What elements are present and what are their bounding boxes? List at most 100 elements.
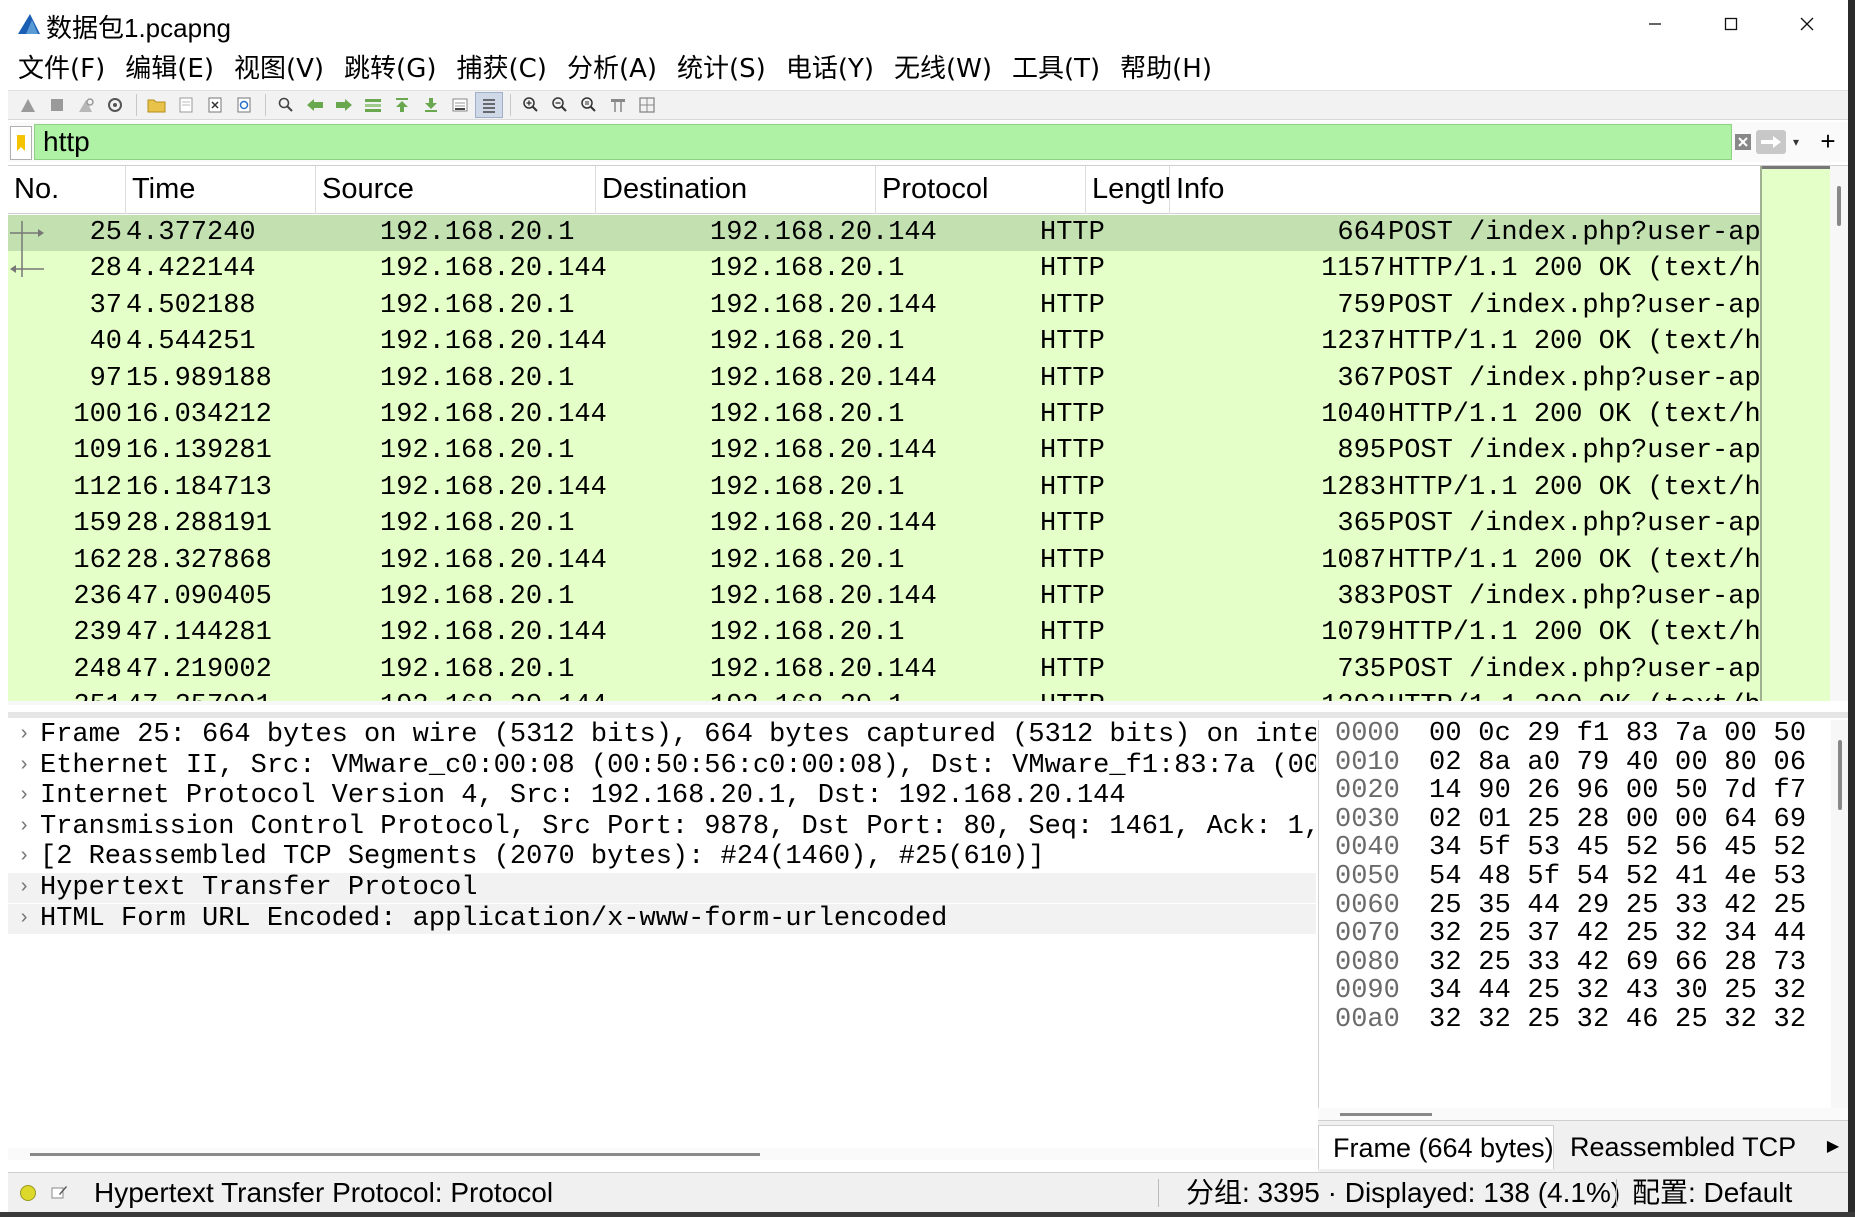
menu-tools[interactable]: 工具(T) bbox=[1002, 50, 1110, 88]
column-header-info[interactable]: Info bbox=[1170, 166, 1760, 214]
go-forward-icon[interactable] bbox=[330, 92, 358, 118]
tab-scroll-right-button[interactable]: ▶ bbox=[1818, 1133, 1848, 1161]
hexdump-row[interactable]: 0020 14 90 26 96 00 50 7d f7 bbox=[1319, 777, 1831, 805]
hexdump-row[interactable]: 0090 34 44 25 32 43 30 25 32 bbox=[1319, 977, 1831, 1005]
tab-reassembled-tcp[interactable]: Reassembled TCP bbox=[1556, 1125, 1818, 1169]
bytes-vertical-scrollbar[interactable] bbox=[1831, 720, 1848, 1108]
zoom-in-icon[interactable] bbox=[517, 92, 545, 118]
details-tree-item[interactable]: › Ethernet II, Src: VMware_c0:00:08 (00:5… bbox=[8, 751, 1316, 781]
go-last-icon[interactable] bbox=[417, 92, 445, 118]
hexdump-row[interactable]: 0060 25 35 44 29 25 33 42 25 bbox=[1319, 892, 1831, 920]
menu-statistics[interactable]: 统计(S) bbox=[667, 50, 776, 88]
filter-bookmark-button[interactable] bbox=[10, 126, 32, 160]
details-tree-item[interactable]: › Hypertext Transfer Protocol bbox=[8, 873, 1316, 903]
hexdump-row[interactable]: 0070 32 25 37 42 25 32 34 44 bbox=[1319, 920, 1831, 948]
bytes-horizontal-scrollbar[interactable] bbox=[1318, 1108, 1848, 1120]
column-header-no[interactable]: No. bbox=[8, 166, 126, 214]
column-header-destination[interactable]: Destination bbox=[596, 166, 876, 214]
packet-row[interactable]: 236 47.090405 192.168.20.1 192.168.20.144 HT… bbox=[8, 579, 1760, 616]
chevron-right-icon[interactable]: › bbox=[18, 812, 36, 842]
apply-filter-button[interactable] bbox=[1756, 130, 1786, 154]
packet-row[interactable]: 97 15.989188 192.168.20.1 192.168.20.144 HTT… bbox=[8, 360, 1760, 397]
capture-options-icon[interactable] bbox=[101, 92, 129, 118]
details-horizontal-scrollbar[interactable] bbox=[8, 1148, 1316, 1160]
packet-row[interactable]: 25 4.377240 192.168.20.1 192.168.20.144 HTTP… bbox=[8, 215, 1760, 252]
resize-columns-icon[interactable] bbox=[604, 92, 632, 118]
menu-go[interactable]: 跳转(G) bbox=[334, 50, 446, 88]
clear-filter-button[interactable] bbox=[1732, 128, 1754, 156]
packet-list-minimap[interactable] bbox=[1760, 166, 1832, 701]
hexdump-row[interactable]: 0040 34 5f 53 45 52 56 45 52 bbox=[1319, 834, 1831, 862]
scrollbar-thumb[interactable] bbox=[30, 1153, 760, 1156]
packet-row[interactable]: 28 4.422144 192.168.20.144 192.168.20.1 HTTP… bbox=[8, 251, 1760, 288]
menu-wireless[interactable]: 无线(W) bbox=[884, 50, 1002, 88]
menu-view[interactable]: 视图(V) bbox=[224, 50, 334, 88]
hexdump-row[interactable]: 0030 02 01 25 28 00 00 64 69 bbox=[1319, 806, 1831, 834]
hexdump-row[interactable]: 0080 32 25 33 42 69 66 28 73 bbox=[1319, 949, 1831, 977]
menu-edit[interactable]: 编辑(E) bbox=[115, 50, 224, 88]
maximize-button[interactable] bbox=[1693, 0, 1769, 48]
chevron-right-icon[interactable]: › bbox=[18, 904, 36, 934]
scrollbar-thumb[interactable] bbox=[1837, 186, 1841, 226]
packet-row[interactable]: 248 47.219002 192.168.20.1 192.168.20.144 HT… bbox=[8, 651, 1760, 689]
details-tree-item[interactable]: › Frame 25: 664 bytes on wire (5312 bits)… bbox=[8, 720, 1316, 750]
close-button[interactable] bbox=[1769, 0, 1845, 48]
go-back-icon[interactable] bbox=[301, 92, 329, 118]
packet-row[interactable]: 162 28.327868 192.168.20.144 192.168.20.1 HT… bbox=[8, 542, 1760, 579]
zoom-normal-icon[interactable] bbox=[575, 92, 603, 118]
menu-help[interactable]: 帮助(H) bbox=[1110, 50, 1222, 88]
hexdump-row[interactable]: 00a0 32 32 25 32 46 25 32 32 bbox=[1319, 1006, 1831, 1034]
details-tree-item[interactable]: › Transmission Control Protocol, Src Port… bbox=[8, 812, 1316, 842]
filter-history-dropdown[interactable]: ▾ bbox=[1788, 128, 1804, 156]
scrollbar-thumb[interactable] bbox=[1340, 1113, 1432, 1116]
hexdump-row[interactable]: 0000 00 0c 29 f1 83 7a 00 50 bbox=[1319, 720, 1831, 748]
packet-row[interactable]: 100 16.034212 192.168.20.144 192.168.20.1 HT… bbox=[8, 397, 1760, 434]
column-header-length[interactable]: Lengtl bbox=[1086, 166, 1170, 214]
tab-frame-bytes[interactable]: Frame (664 bytes) bbox=[1318, 1125, 1554, 1169]
layout-icon[interactable] bbox=[633, 92, 661, 118]
stop-capture-icon[interactable] bbox=[43, 92, 71, 118]
hexdump-row[interactable]: 0010 02 8a a0 79 40 00 80 06 bbox=[1319, 749, 1831, 777]
open-file-icon[interactable] bbox=[143, 92, 171, 118]
capture-comment-button[interactable] bbox=[48, 1181, 70, 1203]
menu-file[interactable]: 文件(F) bbox=[8, 50, 115, 88]
chevron-right-icon[interactable]: › bbox=[18, 781, 36, 811]
display-filter-input[interactable]: http bbox=[34, 124, 1732, 160]
details-tree-item[interactable]: › HTML Form URL Encoded: application/x-ww… bbox=[8, 903, 1316, 934]
minimize-button[interactable] bbox=[1617, 0, 1693, 48]
hexdump-row[interactable]: 0050 54 48 5f 54 52 41 4e 53 bbox=[1319, 863, 1831, 891]
restart-capture-icon[interactable] bbox=[72, 92, 100, 118]
packet-row[interactable]: 109 16.139281 192.168.20.1 192.168.20.144 HT… bbox=[8, 433, 1760, 470]
auto-scroll-icon[interactable] bbox=[446, 92, 474, 118]
menu-telephony[interactable]: 电话(Y) bbox=[776, 50, 884, 88]
scrollbar-thumb[interactable] bbox=[1838, 740, 1842, 810]
packet-row[interactable]: 159 28.288191 192.168.20.1 192.168.20.144 HT… bbox=[8, 506, 1760, 543]
add-filter-button[interactable]: + bbox=[1816, 126, 1840, 156]
go-first-icon[interactable] bbox=[388, 92, 416, 118]
packet-list-horizontal-scrollbar[interactable] bbox=[8, 701, 1760, 705]
details-tree-item[interactable]: › [2 Reassembled TCP Segments (2070 bytes… bbox=[8, 842, 1316, 872]
find-packet-icon[interactable] bbox=[272, 92, 300, 118]
menu-capture[interactable]: 捕获(C) bbox=[446, 50, 556, 88]
packet-row[interactable]: 37 4.502188 192.168.20.1 192.168.20.144 HTTP… bbox=[8, 287, 1760, 325]
pane-splitter[interactable] bbox=[8, 712, 1848, 718]
profile-switcher[interactable]: 配置: Default bbox=[1632, 1173, 1792, 1213]
packet-row[interactable]: 112 16.184713 192.168.20.144 192.168.20.1 HT… bbox=[8, 469, 1760, 507]
packet-list-vertical-scrollbar[interactable] bbox=[1830, 166, 1848, 701]
chevron-right-icon[interactable]: › bbox=[18, 720, 36, 750]
colorize-icon[interactable] bbox=[475, 92, 503, 118]
column-header-source[interactable]: Source bbox=[316, 166, 596, 214]
packet-row[interactable]: 239 47.144281 192.168.20.144 192.168.20.1 HT… bbox=[8, 615, 1760, 652]
chevron-right-icon[interactable]: › bbox=[18, 751, 36, 781]
zoom-out-icon[interactable] bbox=[546, 92, 574, 118]
expert-info-led-icon[interactable] bbox=[20, 1185, 36, 1201]
save-file-icon[interactable] bbox=[172, 92, 200, 118]
start-capture-icon[interactable] bbox=[14, 92, 42, 118]
go-to-packet-icon[interactable] bbox=[359, 92, 387, 118]
chevron-right-icon[interactable]: › bbox=[18, 873, 36, 903]
column-header-protocol[interactable]: Protocol bbox=[876, 166, 1086, 214]
details-tree-item[interactable]: › Internet Protocol Version 4, Src: 192.1… bbox=[8, 781, 1316, 811]
column-header-time[interactable]: Time bbox=[126, 166, 316, 214]
close-file-icon[interactable] bbox=[201, 92, 229, 118]
chevron-right-icon[interactable]: › bbox=[18, 842, 36, 872]
